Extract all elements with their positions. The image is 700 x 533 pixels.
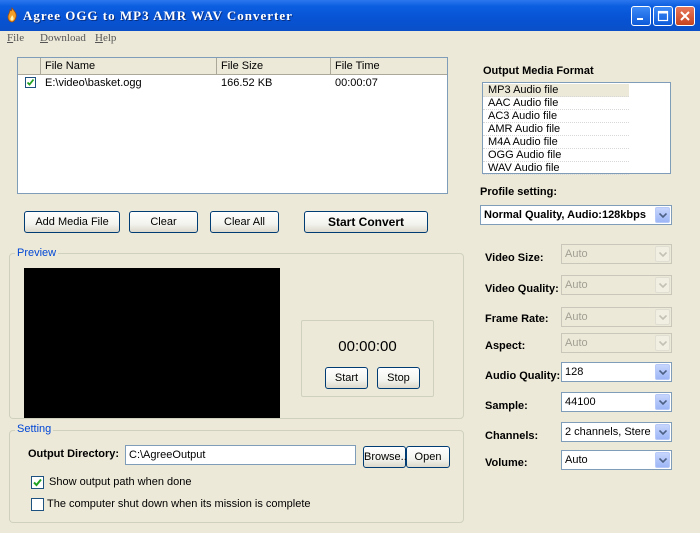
aspect-select[interactable]: Auto <box>561 333 672 353</box>
output-format-title: Output Media Format <box>483 65 594 77</box>
dropdown-button[interactable] <box>655 335 670 351</box>
maximize-button[interactable] <box>653 6 673 26</box>
column-check[interactable] <box>18 58 41 74</box>
audio-quality-value: 128 <box>565 366 584 378</box>
row-file-time: 00:00:07 <box>335 77 378 89</box>
column-file-name[interactable]: File Name <box>41 58 217 74</box>
profile-setting-select[interactable]: Normal Quality, Audio:128kbps <box>480 205 672 225</box>
sample-select[interactable]: 44100 <box>561 392 672 412</box>
audio-quality-label: Audio Quality: <box>485 370 561 382</box>
format-ac3[interactable]: AC3 Audio file <box>483 110 629 123</box>
row-checkbox[interactable] <box>25 77 36 88</box>
profile-setting-label: Profile setting: <box>480 186 558 198</box>
start-convert-button[interactable]: Start Convert <box>304 211 428 233</box>
checkmark-icon <box>26 78 35 86</box>
playback-panel: 00:00:00 Start Stop <box>301 320 434 397</box>
chevron-down-icon <box>659 370 667 375</box>
minimize-icon <box>637 18 643 20</box>
video-size-label: Video Size: <box>485 252 544 264</box>
format-aac[interactable]: AAC Audio file <box>483 97 629 110</box>
format-amr[interactable]: AMR Audio file <box>483 123 629 136</box>
dropdown-button[interactable] <box>655 364 670 380</box>
format-mp3[interactable]: MP3 Audio file <box>483 84 629 97</box>
video-quality-select[interactable]: Auto <box>561 275 672 295</box>
aspect-value: Auto <box>565 337 588 349</box>
channels-label: Channels: <box>485 430 539 442</box>
dropdown-button[interactable] <box>655 207 670 223</box>
open-button[interactable]: Open <box>406 446 450 468</box>
aspect-label: Aspect: <box>485 340 526 352</box>
volume-value: Auto <box>565 454 588 466</box>
add-media-file-button[interactable]: Add Media File <box>24 211 120 233</box>
window-title: Agree OGG to MP3 AMR WAV Converter <box>23 8 293 23</box>
maximize-icon <box>657 10 669 22</box>
video-size-value: Auto <box>565 248 588 260</box>
chevron-down-icon <box>659 213 667 218</box>
menu-file[interactable]: File <box>7 32 24 44</box>
video-size-select[interactable]: Auto <box>561 244 672 264</box>
dropdown-button[interactable] <box>655 394 670 410</box>
frame-rate-select[interactable]: Auto <box>561 307 672 327</box>
channels-select[interactable]: 2 channels, Stere <box>561 422 672 442</box>
row-file-name: E:\video\basket.ogg <box>45 77 142 89</box>
frame-rate-value: Auto <box>565 311 588 323</box>
setting-title: Setting <box>15 423 54 435</box>
table-row[interactable]: E:\video\basket.ogg 166.52 KB 00:00:07 <box>18 75 447 91</box>
chevron-down-icon <box>659 252 667 257</box>
title-bar[interactable]: Agree OGG to MP3 AMR WAV Converter <box>0 0 700 31</box>
menu-bar: File Download Help <box>0 31 700 46</box>
column-file-size[interactable]: File Size <box>217 58 331 74</box>
menu-download[interactable]: Download <box>40 32 86 44</box>
format-m4a[interactable]: M4A Audio file <box>483 136 629 149</box>
column-file-time[interactable]: File Time <box>331 58 447 74</box>
preview-screen <box>24 268 280 418</box>
menu-help[interactable]: Help <box>95 32 116 44</box>
profile-setting-value: Normal Quality, Audio:128kbps <box>484 209 646 221</box>
channels-value: 2 channels, Stere <box>565 426 651 438</box>
chevron-down-icon <box>659 283 667 288</box>
file-list[interactable]: File Name File Size File Time E:\video\b… <box>17 57 448 194</box>
dropdown-button[interactable] <box>655 246 670 262</box>
browse-button[interactable]: Browse.. <box>363 446 407 468</box>
dropdown-button[interactable] <box>655 277 670 293</box>
output-directory-input[interactable]: C:\AgreeOutput <box>125 445 356 465</box>
chevron-down-icon <box>659 341 667 346</box>
audio-quality-select[interactable]: 128 <box>561 362 672 382</box>
minimize-button[interactable] <box>631 6 651 26</box>
output-directory-label: Output Directory: <box>28 448 120 460</box>
volume-select[interactable]: Auto <box>561 450 672 470</box>
show-output-path-label: Show output path when done <box>49 476 192 488</box>
sample-label: Sample: <box>485 400 528 412</box>
volume-label: Volume: <box>485 457 528 469</box>
format-wav[interactable]: WAV Audio file <box>483 162 629 175</box>
chevron-down-icon <box>659 315 667 320</box>
video-quality-value: Auto <box>565 279 588 291</box>
show-output-path-checkbox[interactable] <box>31 476 44 489</box>
shutdown-label: The computer shut down when its mission … <box>47 498 311 510</box>
output-format-list[interactable]: MP3 Audio file AAC Audio file AC3 Audio … <box>482 82 671 175</box>
chevron-down-icon <box>659 430 667 435</box>
preview-title: Preview <box>15 247 59 259</box>
chevron-down-icon <box>659 458 667 463</box>
sample-value: 44100 <box>565 396 596 408</box>
dropdown-button[interactable] <box>655 309 670 325</box>
file-list-header: File Name File Size File Time <box>18 58 447 75</box>
dropdown-button[interactable] <box>655 424 670 440</box>
start-button[interactable]: Start <box>325 367 368 389</box>
clear-all-button[interactable]: Clear All <box>210 211 279 233</box>
format-ogg[interactable]: OGG Audio file <box>483 149 629 162</box>
stop-button[interactable]: Stop <box>377 367 420 389</box>
frame-rate-label: Frame Rate: <box>485 313 549 325</box>
app-flame-icon <box>7 7 17 23</box>
close-button[interactable] <box>675 6 695 26</box>
checkmark-icon <box>33 478 42 487</box>
video-quality-label: Video Quality: <box>485 283 559 295</box>
dropdown-button[interactable] <box>655 452 670 468</box>
close-icon <box>680 11 690 21</box>
row-file-size: 166.52 KB <box>221 77 273 89</box>
shutdown-checkbox[interactable] <box>31 498 44 511</box>
chevron-down-icon <box>659 400 667 405</box>
playback-time: 00:00:00 <box>338 338 397 355</box>
clear-button[interactable]: Clear <box>129 211 198 233</box>
